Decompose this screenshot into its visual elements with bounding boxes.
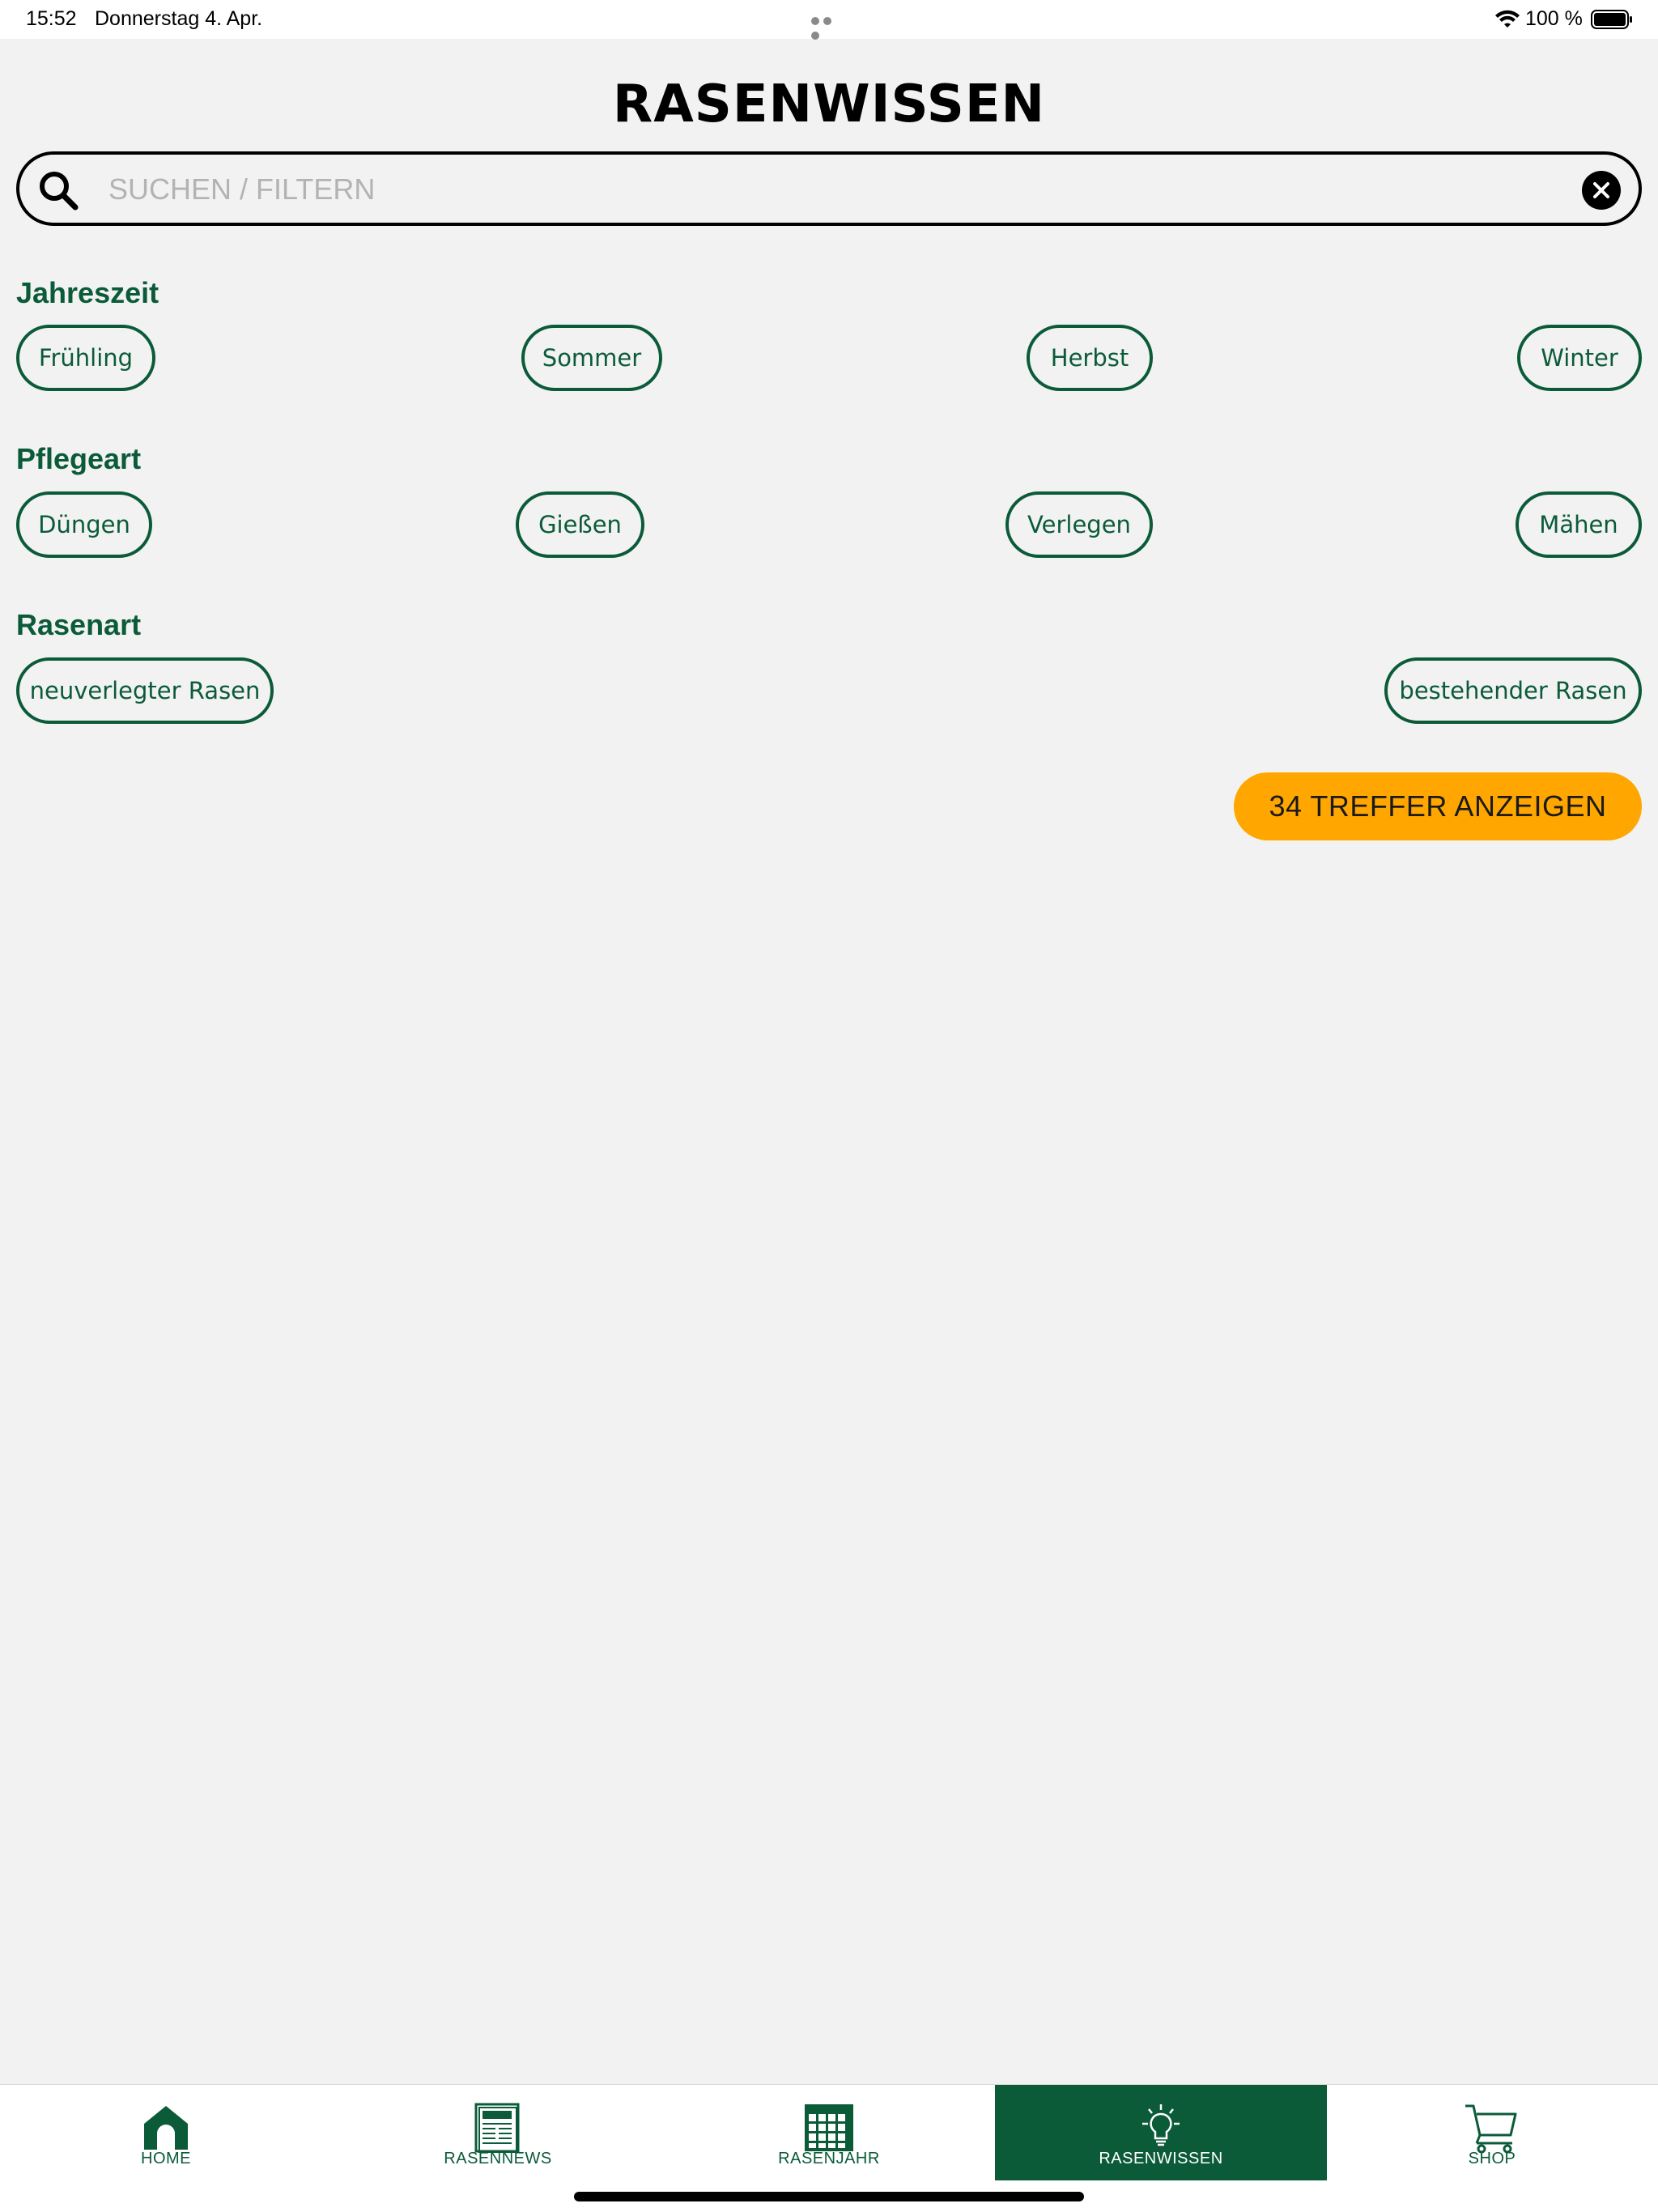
chip-maehen[interactable]: Mähen: [1516, 491, 1642, 558]
search-input[interactable]: [108, 166, 1550, 213]
home-icon: [144, 2106, 188, 2150]
battery-icon: [1591, 10, 1632, 29]
search-bar[interactable]: [16, 151, 1642, 226]
status-bar: 15:52 Donnerstag 4. Apr. 100 %: [0, 0, 1658, 40]
tab-shop-label: SHOP: [1468, 2150, 1516, 2167]
tab-rasennews[interactable]: RASENNEWS: [332, 2085, 664, 2180]
home-indicator[interactable]: [574, 2192, 1084, 2201]
chip-duengen[interactable]: Düngen: [16, 491, 152, 558]
season-label: Jahreszeit: [16, 276, 159, 309]
status-date: Donnerstag 4. Apr.: [95, 7, 263, 30]
tab-shop[interactable]: SHOP: [1326, 2085, 1658, 2180]
tab-rasenjahr-label: RASENJAHR: [778, 2150, 880, 2167]
status-time: 15:52: [26, 7, 77, 30]
page-title: RASENWISSEN: [612, 74, 1046, 134]
calendar-icon: [805, 2104, 853, 2151]
chip-neuverlegter-rasen[interactable]: neuverlegter Rasen: [16, 657, 274, 724]
tab-rasenwissen[interactable]: RASENWISSEN: [995, 2085, 1327, 2180]
tab-home[interactable]: HOME: [0, 2085, 332, 2180]
chip-giessen[interactable]: Gießen: [516, 491, 644, 558]
search-icon: [40, 172, 79, 211]
battery-percent: 100 %: [1525, 7, 1583, 30]
tab-home-label: HOME: [141, 2150, 191, 2167]
newspaper-icon: [474, 2103, 520, 2153]
wifi-icon: [1495, 10, 1520, 28]
chip-bestehender-rasen[interactable]: bestehender Rasen: [1384, 657, 1642, 724]
tab-rasennews-label: RASENNEWS: [444, 2150, 552, 2167]
chip-sommer[interactable]: Sommer: [521, 325, 662, 391]
chip-herbst[interactable]: Herbst: [1027, 325, 1153, 391]
clear-icon[interactable]: [1582, 171, 1621, 210]
chip-fruehling[interactable]: Frühling: [16, 325, 155, 391]
lightbulb-icon: [1142, 2104, 1180, 2146]
tab-rasenjahr[interactable]: RASENJAHR: [663, 2085, 995, 2180]
show-results-button[interactable]: 34 TREFFER ANZEIGEN: [1234, 772, 1642, 840]
chip-verlegen[interactable]: Verlegen: [1005, 491, 1153, 558]
tab-rasenwissen-label: RASENWISSEN: [1099, 2150, 1223, 2167]
multitasking-dots-icon[interactable]: [811, 15, 847, 40]
cart-icon: [1465, 2104, 1517, 2154]
care-type-label: Pflegeart: [16, 442, 142, 475]
lawn-type-label: Rasenart: [16, 608, 142, 641]
chip-winter[interactable]: Winter: [1517, 325, 1642, 391]
